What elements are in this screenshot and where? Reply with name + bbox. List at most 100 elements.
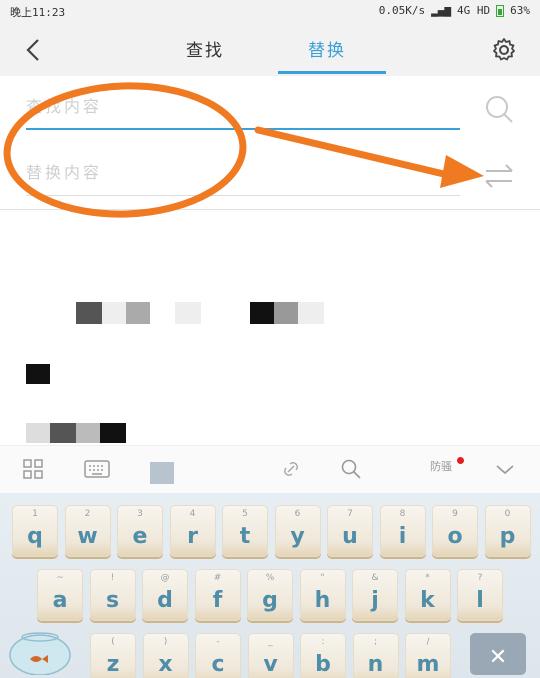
- key-h[interactable]: " h: [299, 569, 346, 621]
- link-icon[interactable]: [280, 458, 302, 480]
- key-secondary-label: :: [321, 637, 325, 647]
- notification-dot: [457, 457, 464, 464]
- key-label: v: [263, 652, 278, 677]
- key-label: y: [290, 524, 305, 549]
- key-label: f: [212, 588, 223, 613]
- key-secondary-label: ": [320, 573, 325, 583]
- key-q[interactable]: 1q: [12, 505, 58, 557]
- delete-key[interactable]: ✕: [470, 633, 526, 675]
- key-secondary-label: ;: [373, 637, 378, 647]
- key-b[interactable]: :b: [300, 633, 346, 678]
- pixelated-block: [100, 423, 126, 443]
- key-l[interactable]: ? l: [457, 569, 503, 621]
- pixelated-block: [274, 302, 298, 324]
- key-f[interactable]: # f: [194, 569, 241, 621]
- battery-icon: [496, 4, 505, 17]
- key-secondary-label: 9: [452, 509, 458, 519]
- key-a[interactable]: ~ a: [37, 569, 83, 621]
- search-icon[interactable]: [482, 92, 516, 126]
- key-label: n: [367, 652, 384, 677]
- key-label: l: [476, 588, 484, 613]
- key-secondary-label: !: [110, 573, 115, 583]
- status-bar: 晚上11:23 0.05K/s ▂▄▆ 4G HD 63%: [0, 0, 540, 24]
- key-secondary-label: 8: [399, 509, 406, 519]
- active-tab-indicator: [278, 71, 386, 74]
- apps-grid-icon[interactable]: [22, 458, 44, 480]
- tab-replace[interactable]: 替换: [308, 36, 346, 61]
- key-secondary-label: /: [426, 637, 430, 647]
- key-g[interactable]: % g: [247, 569, 293, 621]
- key-label: h: [314, 588, 331, 613]
- key-e[interactable]: 3e: [117, 505, 163, 557]
- key-o[interactable]: 9o: [432, 505, 478, 557]
- key-p[interactable]: 0p: [484, 505, 531, 557]
- key-secondary-label: (: [111, 637, 115, 647]
- key-secondary-label: *: [425, 573, 430, 583]
- gear-icon[interactable]: [490, 36, 518, 64]
- top-nav: 查找 替换: [0, 24, 540, 76]
- key-m[interactable]: / m: [405, 633, 451, 678]
- key-c[interactable]: -c: [195, 633, 241, 678]
- key-s[interactable]: ! s: [89, 569, 136, 621]
- key-secondary-label: @: [160, 573, 170, 583]
- fishbowl-icon[interactable]: [6, 625, 74, 675]
- key-v[interactable]: _ v: [247, 633, 294, 678]
- battery-level: 63%: [510, 4, 530, 17]
- key-secondary-label: 3: [137, 509, 143, 519]
- swap-icon[interactable]: [482, 162, 516, 190]
- key-x[interactable]: ) x: [142, 633, 189, 678]
- key-secondary-label: 7: [347, 509, 353, 519]
- key-secondary-label: 0: [504, 509, 511, 519]
- key-label: i: [398, 524, 407, 549]
- key-label: z: [106, 652, 120, 677]
- replace-input[interactable]: [26, 150, 460, 196]
- key-n[interactable]: ; n: [352, 633, 399, 678]
- pixelated-block: [26, 364, 50, 384]
- key-label: b: [315, 652, 331, 677]
- key-label: k: [420, 588, 435, 613]
- delete-icon: ✕: [488, 645, 508, 670]
- search-icon[interactable]: [340, 458, 362, 480]
- key-label: a: [52, 588, 68, 613]
- key-label: m: [416, 652, 440, 677]
- find-input[interactable]: [26, 84, 460, 130]
- pixelated-block: [76, 302, 102, 324]
- key-j[interactable]: & j: [352, 569, 398, 621]
- keyboard-icon[interactable]: [84, 458, 110, 480]
- key-secondary-label: 4: [189, 509, 196, 519]
- key-secondary-label: _: [268, 637, 273, 647]
- key-secondary-label: 5: [242, 509, 248, 519]
- network-type: 4G HD: [457, 4, 491, 17]
- key-i[interactable]: 8i: [379, 505, 426, 557]
- key-u[interactable]: 7u: [327, 505, 373, 557]
- tab-find[interactable]: 查找: [186, 36, 224, 61]
- key-w[interactable]: 2w: [64, 505, 111, 557]
- pixelated-block: [50, 423, 76, 443]
- key-z[interactable]: (z: [90, 633, 136, 678]
- status-time: 晚上11:23: [10, 6, 66, 19]
- pixelated-block: [76, 423, 100, 443]
- key-label: u: [342, 524, 358, 549]
- key-d[interactable]: @ d: [142, 569, 188, 621]
- key-label: g: [262, 588, 278, 613]
- chevron-down-icon[interactable]: [494, 458, 516, 480]
- key-label: w: [77, 524, 98, 549]
- pixelated-block: [175, 302, 201, 324]
- key-k[interactable]: * k: [404, 569, 451, 621]
- key-t[interactable]: 5t: [222, 505, 268, 557]
- pixelated-block: [26, 423, 50, 443]
- anti-harassment-label[interactable]: 防骚: [430, 458, 452, 474]
- pixelated-block: [298, 302, 324, 324]
- key-y[interactable]: 6y: [274, 505, 321, 557]
- back-arrow-icon[interactable]: [20, 36, 48, 64]
- status-indicators: 0.05K/s ▂▄▆ 4G HD 63%: [379, 4, 530, 17]
- key-label: q: [27, 524, 43, 549]
- pixelated-block: [150, 462, 174, 484]
- key-secondary-label: ): [163, 637, 168, 647]
- key-label: c: [211, 652, 225, 677]
- signal-icon: ▂▄▆: [431, 4, 451, 17]
- key-label: t: [239, 524, 251, 549]
- key-secondary-label: -: [216, 637, 220, 647]
- pixelated-block: [250, 302, 274, 324]
- key-r[interactable]: 4r: [169, 505, 216, 557]
